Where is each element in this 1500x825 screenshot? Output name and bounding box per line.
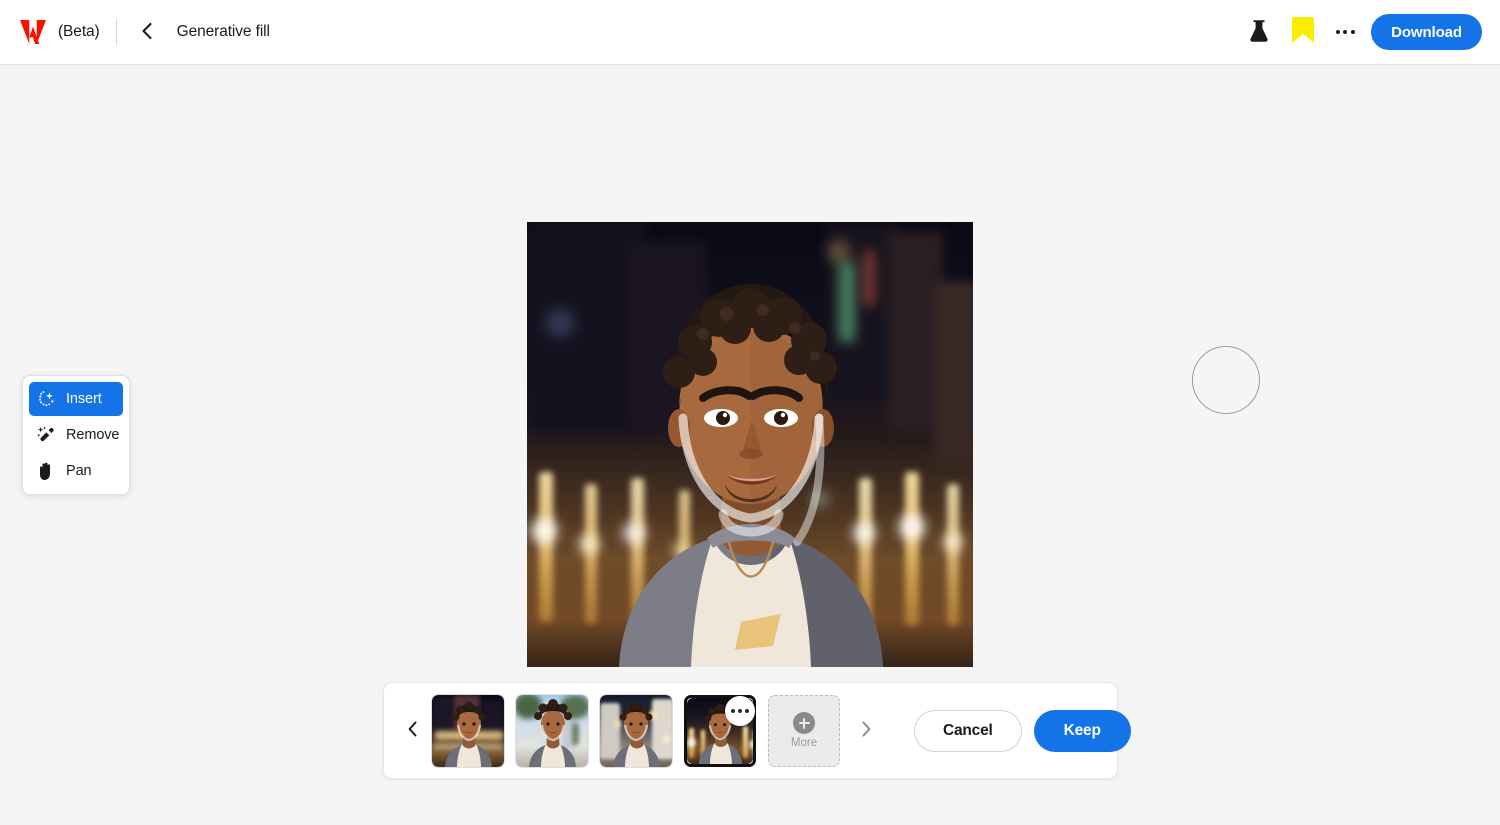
header-right-group: Download	[1237, 10, 1500, 54]
more-options-button[interactable]	[1325, 12, 1365, 52]
tool-panel: Insert Remove Pan	[22, 375, 130, 495]
variation-thumbnails: More	[432, 694, 840, 767]
plus-circle-icon	[793, 712, 815, 734]
sparkle-circle-icon	[36, 389, 56, 409]
variation-thumbnail-3[interactable]	[600, 694, 672, 767]
selection-mask-overlay	[678, 413, 825, 546]
flask-icon	[1249, 19, 1269, 46]
canvas-area[interactable]: Insert Remove Pan More Cancel Keep	[0, 65, 1500, 825]
app-header: (Beta) Generative fill Download	[0, 0, 1500, 65]
beta-label: (Beta)	[58, 23, 100, 40]
variations-prev-button[interactable]	[392, 711, 432, 751]
variation-thumbnail-2[interactable]	[516, 694, 588, 767]
more-tile-label: More	[790, 737, 818, 749]
generated-image[interactable]	[527, 222, 973, 667]
firefly-app: (Beta) Generative fill Download Insert R…	[0, 0, 1500, 825]
variation-thumbnail-4[interactable]	[684, 694, 756, 767]
back-button[interactable]	[133, 18, 161, 46]
variation-options-badge[interactable]	[725, 695, 755, 726]
variations-toolbar: More Cancel Keep	[383, 682, 1131, 779]
beta-flask-button[interactable]	[1237, 10, 1281, 54]
tool-remove[interactable]: Remove	[29, 418, 123, 452]
tool-insert[interactable]: Insert	[29, 382, 123, 416]
page-title: Generative fill	[176, 23, 270, 40]
thumb-art-1	[432, 694, 504, 767]
brush-cursor	[1192, 346, 1260, 414]
chevron-left-icon	[140, 22, 153, 43]
bookmark-icon	[1290, 16, 1316, 49]
magic-wand-icon	[36, 425, 56, 445]
more-horizontal-icon	[1335, 30, 1340, 34]
cancel-button[interactable]: Cancel	[914, 709, 1022, 752]
bookmark-button[interactable]	[1281, 10, 1325, 54]
chevron-left-icon	[407, 721, 418, 740]
chevron-right-icon	[861, 721, 872, 740]
tool-remove-label: Remove	[66, 427, 120, 443]
download-button[interactable]: Download	[1371, 14, 1482, 50]
header-divider	[115, 19, 117, 45]
tool-insert-label: Insert	[66, 391, 102, 407]
variation-thumbnail-1[interactable]	[432, 694, 504, 767]
hand-icon	[36, 461, 56, 481]
tool-pan[interactable]: Pan	[29, 454, 123, 488]
keep-button[interactable]: Keep	[1033, 709, 1131, 752]
tool-pan-label: Pan	[66, 463, 92, 479]
variations-next-button[interactable]	[846, 711, 886, 751]
generate-more-tile[interactable]: More	[768, 694, 840, 767]
thumb-art-2	[516, 694, 588, 767]
adobe-logo-icon	[18, 18, 48, 46]
header-left-group: (Beta) Generative fill	[0, 0, 270, 64]
thumb-art-3	[600, 694, 672, 767]
artwork-night-street	[527, 222, 973, 667]
more-horizontal-icon	[731, 708, 735, 713]
